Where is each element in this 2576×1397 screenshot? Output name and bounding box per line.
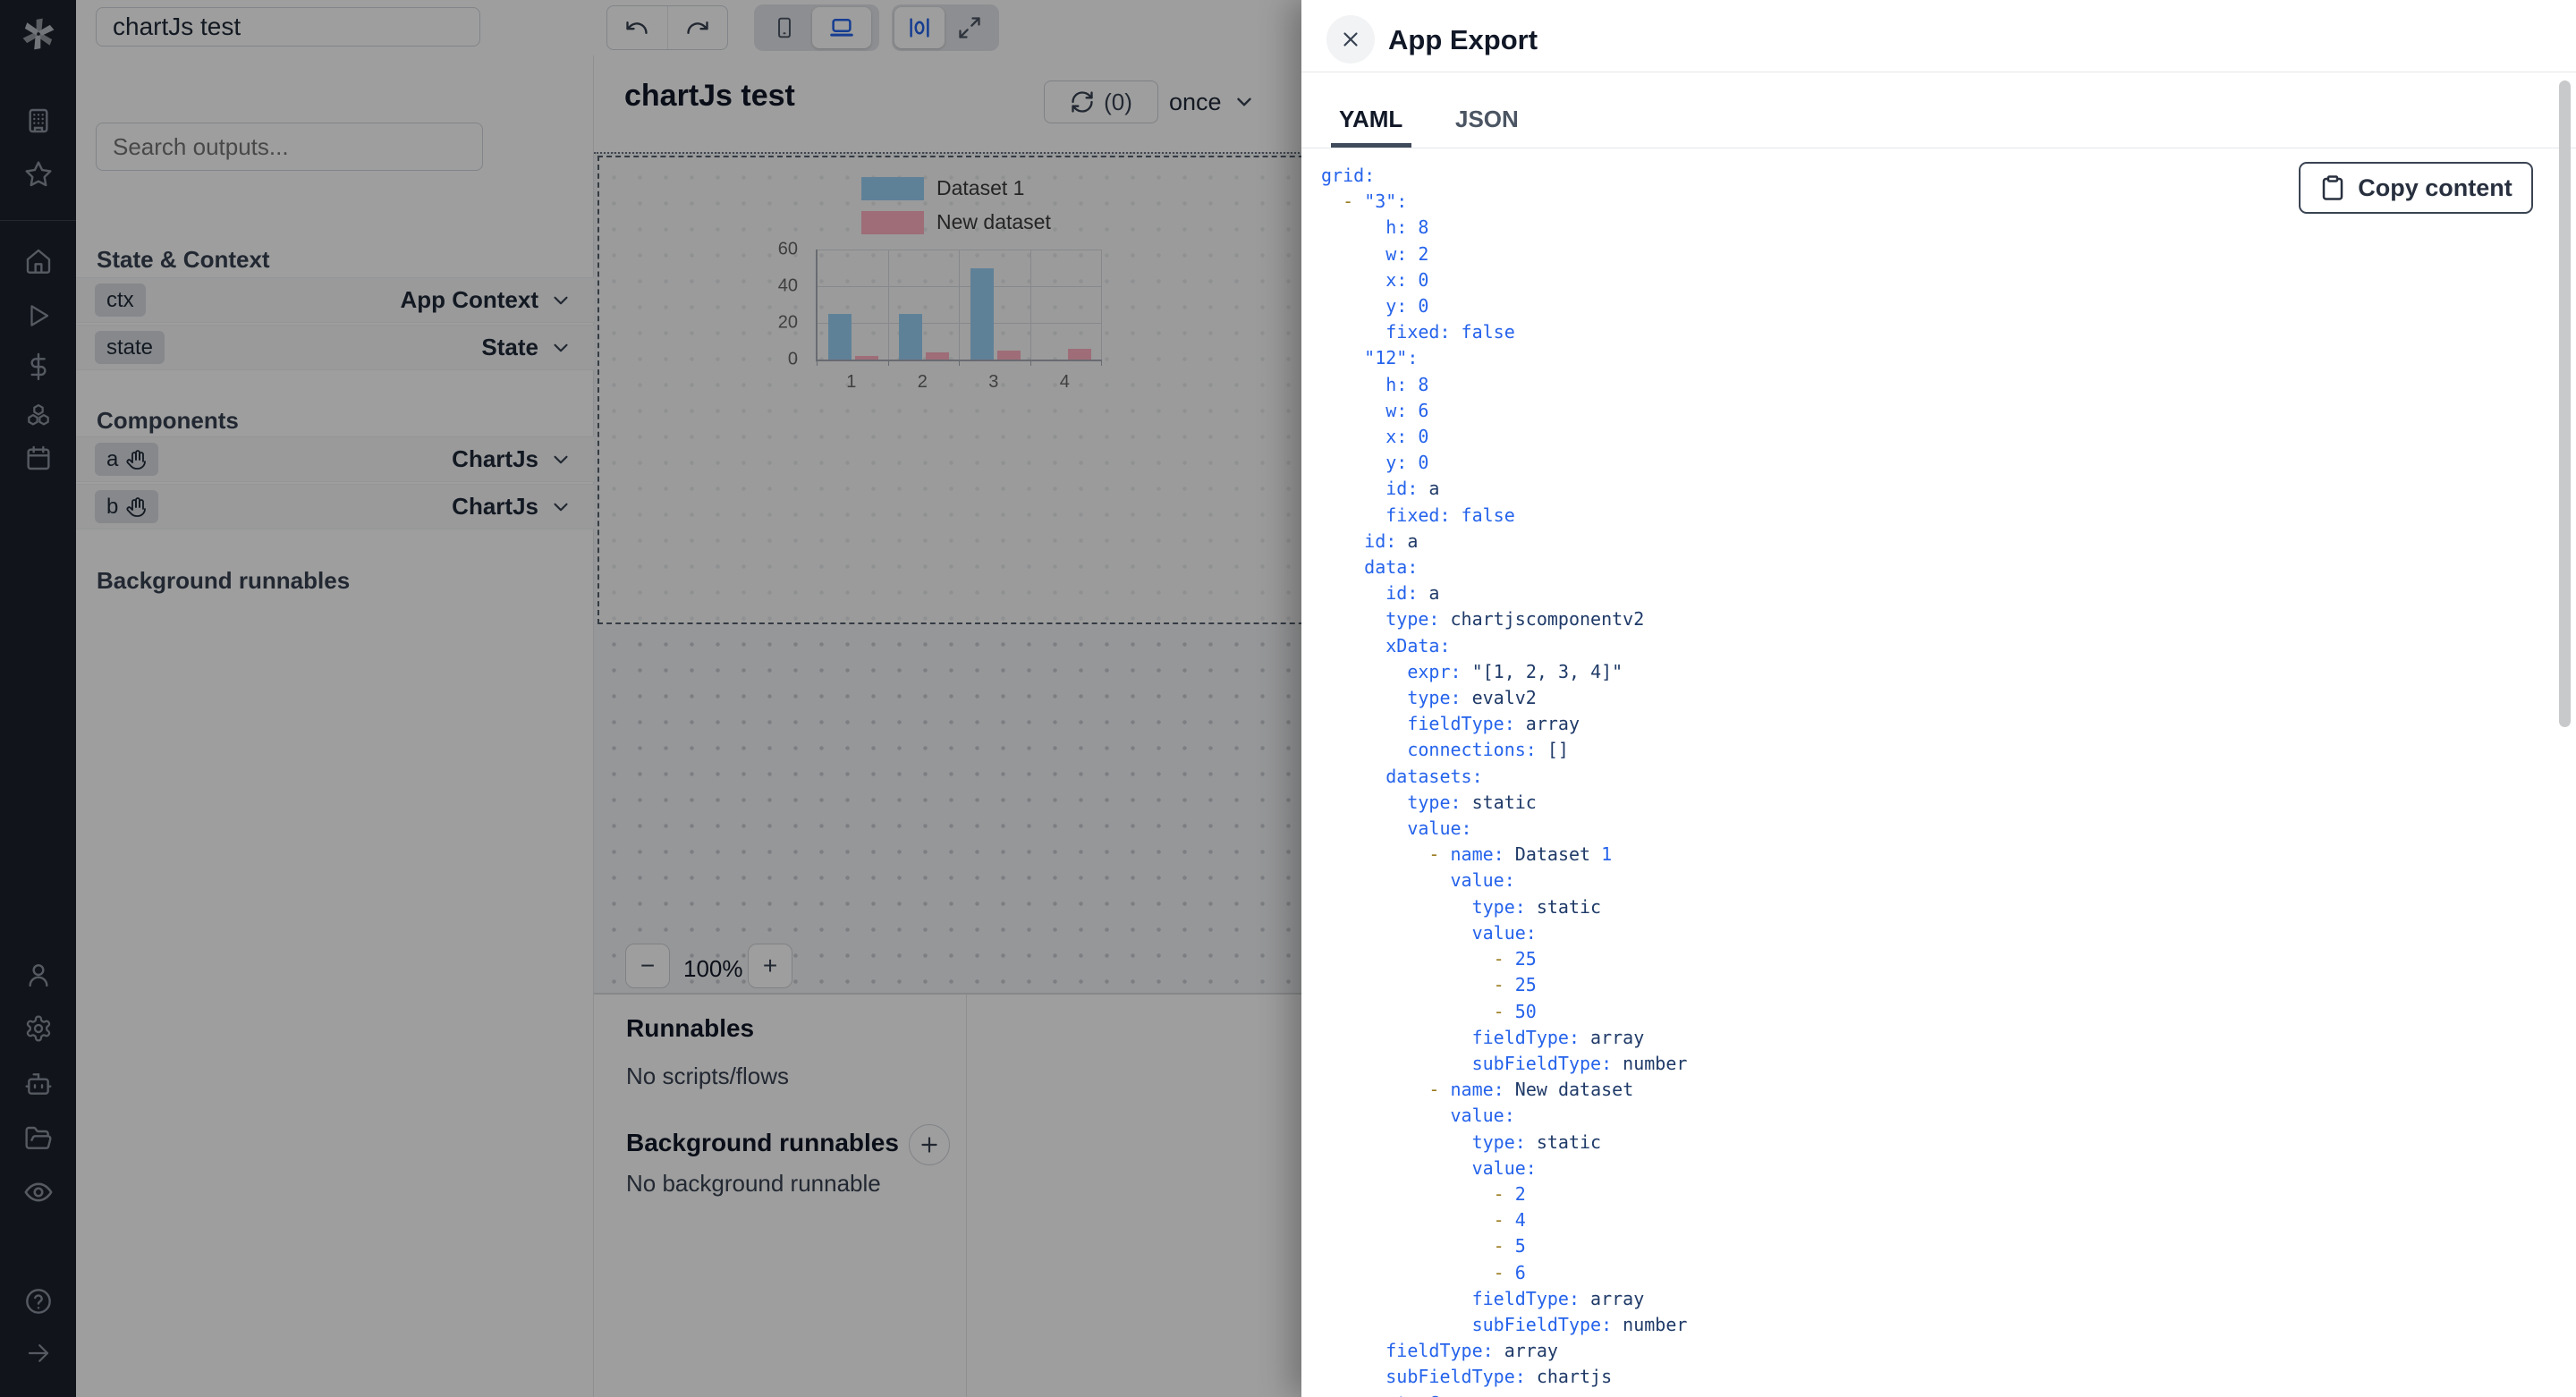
yaml-code-view[interactable]: grid: - "3": h: 8 w: 2 x: 0 y: 0 fixed: … [1321,163,1687,1397]
close-icon [1343,32,1358,47]
drawer-scrollbar[interactable] [2559,80,2571,727]
close-drawer-button[interactable] [1326,15,1375,64]
tab-yaml[interactable]: YAML [1339,106,1402,133]
copy-content-label: Copy content [2358,174,2512,201]
tab-json[interactable]: JSON [1455,106,1519,133]
app-export-drawer: App Export YAML JSON Copy content grid: … [1301,0,2576,1397]
modal-backdrop[interactable] [0,0,1301,1397]
clipboard-icon [2323,175,2343,200]
app-window: Outputs State & Context ctx App Context … [0,0,2576,1397]
drawer-title: App Export [1388,24,1538,55]
copy-content-button[interactable]: Copy content [2299,162,2533,214]
